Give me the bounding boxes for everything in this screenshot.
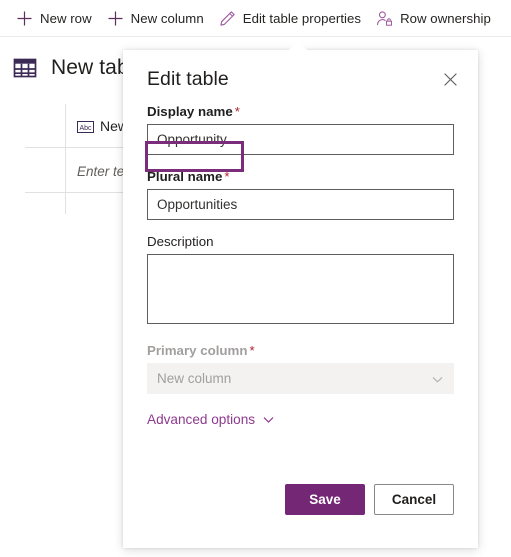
primary-column-label: Primary column * [147, 343, 454, 358]
pencil-icon [218, 9, 237, 28]
description-label-text: Description [147, 234, 214, 249]
description-textarea[interactable] [147, 254, 454, 324]
new-row-label: New row [40, 10, 92, 26]
grid-line-vertical [65, 104, 66, 214]
plural-name-label: Plural name * [147, 169, 454, 184]
new-row-button[interactable]: New row [8, 0, 99, 36]
primary-column-label-text: Primary column [147, 343, 248, 358]
close-icon[interactable] [435, 64, 465, 94]
display-name-input[interactable] [147, 124, 454, 155]
primary-column-dropdown: New column [147, 363, 454, 394]
save-button[interactable]: Save [285, 484, 365, 515]
column-header-new-column[interactable]: Abc New [77, 118, 128, 134]
page-title: New tab [51, 56, 129, 79]
dialog-body: Display name* Plural name* Description [123, 104, 478, 427]
row-ownership-button[interactable]: Row ownership [368, 0, 498, 36]
display-name-label: Display name * [147, 104, 454, 119]
display-name-label-text: Display name [147, 104, 233, 119]
chevron-down-icon [262, 413, 275, 426]
plural-name-field: Plural name * [123, 169, 478, 220]
primary-column-value: New column [157, 371, 232, 386]
edit-table-properties-label: Edit table properties [242, 10, 362, 26]
svg-text:Abc: Abc [79, 125, 92, 132]
dialog-header: Edit table [123, 50, 478, 104]
new-column-label: New column [130, 10, 204, 26]
dialog-actions: Save Cancel [123, 484, 478, 515]
grid-line-horizontal [25, 192, 125, 193]
table-heading: New tab [11, 54, 129, 82]
row-ownership-label: Row ownership [400, 10, 491, 26]
chevron-down-icon [431, 373, 444, 386]
display-name-field: Display name * [123, 104, 478, 155]
plus-icon [15, 9, 34, 28]
required-asterisk: * [249, 343, 255, 358]
advanced-options-label: Advanced options [147, 412, 256, 427]
plus-icon [106, 9, 125, 28]
edit-table-dialog: Edit table Display name* Plural name* [123, 50, 478, 548]
plural-name-label-text: Plural name [147, 169, 223, 184]
grid-line-horizontal [25, 147, 125, 148]
advanced-options-toggle[interactable]: Advanced options [123, 412, 299, 427]
primary-column-field: Primary column * New column [123, 343, 478, 394]
required-asterisk: * [224, 169, 230, 184]
edit-table-properties-button[interactable]: Edit table properties [211, 0, 368, 36]
app-root: New row New column Edit table properties [0, 0, 511, 557]
dialog-title: Edit table [147, 68, 229, 90]
command-bar: New row New column Edit table properties [0, 0, 511, 37]
description-field: Description [123, 234, 478, 329]
person-lock-icon [375, 9, 394, 28]
description-label: Description [147, 234, 454, 249]
abc-text-icon: Abc [77, 120, 94, 133]
table-cell-placeholder[interactable]: Enter te. [77, 164, 128, 179]
new-column-button[interactable]: New column [99, 0, 211, 36]
table-grid-icon [11, 54, 39, 82]
cancel-button[interactable]: Cancel [374, 484, 454, 515]
plural-name-input[interactable] [147, 189, 454, 220]
required-asterisk: * [234, 104, 240, 119]
